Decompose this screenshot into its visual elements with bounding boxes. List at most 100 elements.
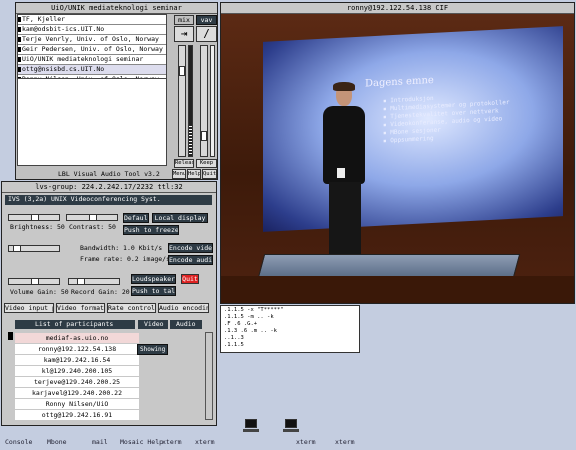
ivs-window: lvs-group: 224.2.242.17/2232 ttl:32 IVS … xyxy=(1,181,217,426)
desktop-icon-9[interactable]: xterm xyxy=(335,438,355,446)
tab-rate-control[interactable]: Rate control xyxy=(107,303,156,313)
terminal-window[interactable]: .1.1.5 -x "T*****" .1.1.5 -m .. -k .F .6 .… xyxy=(220,305,360,353)
mic-label: mix xyxy=(174,15,194,25)
presenter xyxy=(319,82,371,264)
ivs-title: lvs-group: 224.2.242.17/2232 ttl:32 xyxy=(2,182,216,193)
site-row[interactable]: Geir Pedersen, Univ. of Oslo, Norway xyxy=(18,45,166,55)
site-marker xyxy=(18,57,21,62)
participant-row[interactable]: kam@129.242.16.54 xyxy=(15,355,139,365)
brightness-slider[interactable] xyxy=(8,214,60,221)
speaker-level-meter xyxy=(210,45,215,157)
bandwidth-label: Bandwidth: 1.0 Kbit/s xyxy=(80,244,163,252)
terminal-line: ..1..3 xyxy=(224,335,244,341)
default-button[interactable]: Default xyxy=(123,213,149,223)
record-gain-slider[interactable] xyxy=(68,278,120,285)
site-marker xyxy=(18,27,21,32)
mic-level-meter xyxy=(188,45,193,157)
participant-badges: Showing xyxy=(137,332,177,418)
participant-row[interactable]: mediaf-as.uio.no xyxy=(15,333,139,343)
tab-audio-encoding[interactable]: Audio encoding xyxy=(158,303,209,313)
participant-badge-cell xyxy=(137,333,177,343)
participant-list-selection-marker xyxy=(8,332,13,340)
video-frame[interactable]: Dagens emne ▪ Introduksjon ▪ Multimediasy… xyxy=(221,14,574,303)
participant-row[interactable]: kl@129.240.200.105 xyxy=(15,366,139,376)
participant-row[interactable]: terjeve@129.240.200.25 xyxy=(15,377,139,387)
desktop-icon-8[interactable]: xterm xyxy=(296,438,316,446)
vat-menu-button[interactable]: Menu xyxy=(172,169,186,179)
mic-mute-button[interactable]: ⇥ xyxy=(174,26,194,42)
speaker-volume-thumb[interactable] xyxy=(201,131,207,141)
site-list: TF, Kjeller kam@odsbit-ics.UIT.No Terje Ve… xyxy=(17,14,167,85)
participant-badge-cell xyxy=(137,377,177,387)
participant-badge-cell: Showing xyxy=(137,344,177,355)
computer-icon-1[interactable] xyxy=(243,418,259,434)
participant-scrollbar[interactable] xyxy=(205,332,213,420)
computer-icon-2[interactable] xyxy=(283,418,299,434)
bandwidth-slider[interactable] xyxy=(8,245,60,252)
mic-icon: ⇥ xyxy=(180,27,188,40)
mic-volume-thumb[interactable] xyxy=(179,66,185,76)
site-row[interactable]: TF, Kjeller xyxy=(18,15,166,25)
participant-row[interactable]: karjavel@129.240.200.22 xyxy=(15,388,139,398)
push-talk-button[interactable]: Push to talk xyxy=(131,286,176,296)
site-name: Geir Pedersen, Univ. of Oslo, Norway xyxy=(22,45,163,53)
ivs-quit-button[interactable]: Quit xyxy=(181,274,199,284)
terminal-line: .F .6 .G.+ xyxy=(224,321,258,327)
desktop-icon-1[interactable]: Mbone xyxy=(47,438,67,446)
table xyxy=(257,254,521,278)
video-window: ronny@192.122.54.138 CIF Dagens emne ▪ I… xyxy=(220,2,575,304)
desktop-icon-3[interactable]: Mosaic Help xyxy=(120,438,163,446)
site-marker xyxy=(18,37,21,42)
site-row[interactable]: UiO/UNIK mediateknologi seminar xyxy=(18,55,166,65)
desktop-icon-0[interactable]: Console xyxy=(5,438,32,446)
participant-badge-cell xyxy=(137,399,177,409)
vat-help-button[interactable]: Help xyxy=(187,169,201,179)
audio-column-header: Audio xyxy=(170,320,202,329)
encode-video-button[interactable]: Encode video xyxy=(168,243,213,253)
video-column-header: Video xyxy=(138,320,168,329)
frame-rate-label: Frame rate: 0.2 image/s xyxy=(80,255,171,263)
local-display-button[interactable]: Local display xyxy=(152,213,208,223)
site-name: TF, Kjeller xyxy=(22,15,66,23)
participant-badge-cell xyxy=(137,355,177,365)
speaker-volume-slider[interactable] xyxy=(200,45,208,157)
encode-audio-button[interactable]: Encode audio xyxy=(168,255,213,265)
ivs-tabs: Video input portVideo formatRate control… xyxy=(4,303,216,313)
mic-volume-slider[interactable] xyxy=(178,45,186,157)
participant-row[interactable]: ottg@129.242.16.91 xyxy=(15,410,139,420)
keep-button[interactable]: Keep xyxy=(196,159,217,168)
tab-video-input-port[interactable]: Video input port xyxy=(4,303,54,313)
volume-gain-slider[interactable] xyxy=(8,278,60,285)
contrast-slider[interactable] xyxy=(66,214,118,221)
vat-title: UiO/UNIK mediateknologi seminar xyxy=(16,3,217,14)
site-row[interactable]: ottg@nsisbd.cs.UIT.No xyxy=(18,65,166,75)
site-row[interactable]: Terje Venrly, Univ. of Oslo, Norway xyxy=(18,35,166,45)
speaker-label: vav xyxy=(196,15,217,25)
terminal-line: .1.3 .6 .m .. -k xyxy=(224,328,277,334)
participant-row[interactable]: ronny@192.122.54.138 xyxy=(15,344,139,354)
participant-badge-cell xyxy=(137,388,177,398)
loudspeaker-button[interactable]: Loudspeaker xyxy=(131,274,176,284)
site-row[interactable]: kam@odsbit-ics.UIT.No xyxy=(18,25,166,35)
participants-header: List of participants xyxy=(15,320,135,329)
release-button[interactable]: Release xyxy=(174,159,194,168)
participant-list: mediaf-as.uio.no ronny@192.122.54.138 kam@… xyxy=(15,332,139,420)
desktop-icon-4[interactable]: xterm xyxy=(162,438,182,446)
speaker-icon: ∕ xyxy=(203,27,210,40)
participant-row[interactable]: Ronny Nilsen/UiO xyxy=(15,399,139,409)
site-list-empty-area xyxy=(17,78,167,166)
desktop-icons: Console Mbone mail Mosaic Help xterm xterm xte… xyxy=(0,438,576,450)
vat-window: UiO/UNIK mediateknologi seminar TF, Kjel… xyxy=(15,2,218,180)
record-gain-label: Record Gain: 20 xyxy=(71,288,130,296)
speaker-mute-button[interactable]: ∕ xyxy=(196,26,217,42)
desktop-icon-5[interactable]: xterm xyxy=(195,438,215,446)
vat-quit-button[interactable]: Quit xyxy=(202,169,217,179)
push-freeze-button[interactable]: Push to freeze xyxy=(123,225,179,235)
showing-badge[interactable]: Showing xyxy=(137,344,169,355)
tab-video-format[interactable]: Video format xyxy=(56,303,105,313)
site-name: kam@odsbit-ics.UIT.No xyxy=(22,25,105,33)
site-marker xyxy=(18,17,21,22)
participant-badge-cell xyxy=(137,366,177,376)
ivs-header: IVS (3,2a) UNIX Videoconferencing Syst. xyxy=(5,195,212,205)
desktop-icon-2[interactable]: mail xyxy=(92,438,108,446)
